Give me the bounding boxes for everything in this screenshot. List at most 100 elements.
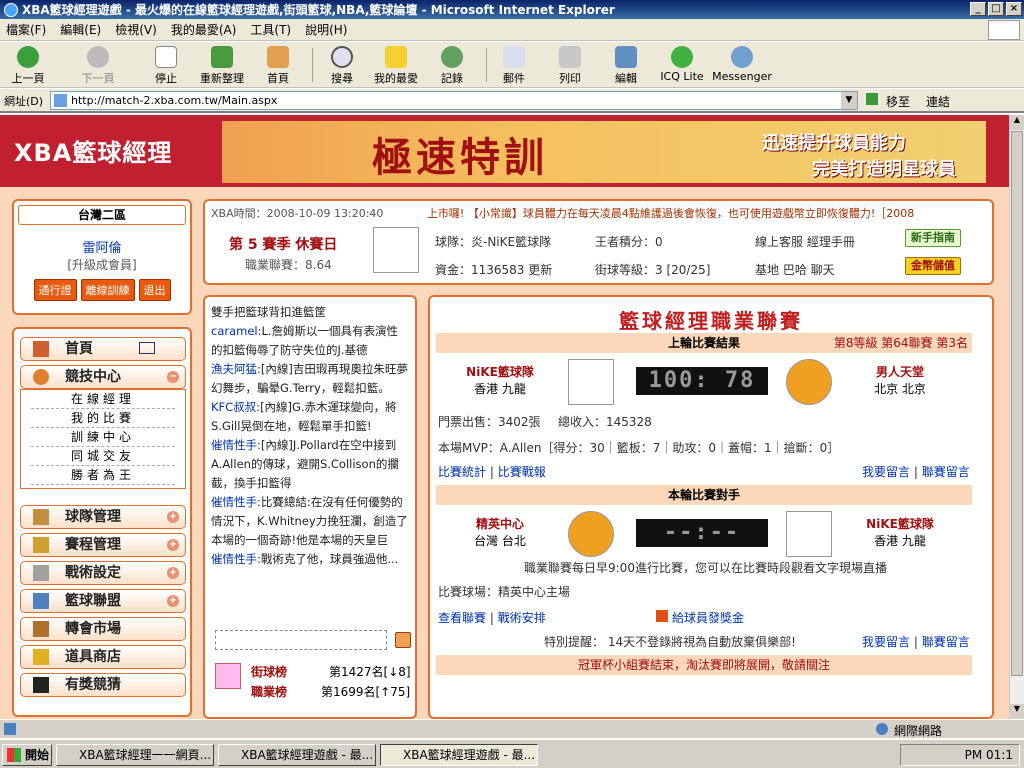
back-button[interactable]: 上一頁 [2, 44, 54, 86]
nav-my-games[interactable]: 我的比賽 [31, 409, 175, 428]
next-home-team[interactable]: 精英中心 台灣 台北 [460, 515, 540, 549]
chevron-down-icon[interactable]: ▼ [841, 92, 857, 109]
taskbar-item-1[interactable]: XBA籃球經理一一網頁... [56, 744, 214, 766]
start-button[interactable]: 開始 [2, 744, 52, 766]
close-button[interactable]: × [1006, 2, 1022, 16]
expand-icon[interactable]: + [167, 539, 179, 551]
next-away-team[interactable]: NiKE籃球隊 香港 九龍 [860, 515, 940, 549]
address-input[interactable]: http://match-2.xba.com.tw/Main.aspx ▼ [50, 91, 858, 110]
team-money[interactable]: 資金：1136583 更新 [435, 261, 552, 278]
links-button[interactable]: 連結 [926, 93, 950, 110]
server-region: 台灣二區 [18, 205, 186, 225]
send-icon[interactable] [395, 632, 411, 648]
menu-file[interactable]: 檔案(F) [6, 21, 46, 38]
vertical-scrollbar[interactable]: ▲ ▼ [1009, 115, 1024, 719]
league-points: 職業聯賽：8.64 [245, 258, 332, 272]
street-level: 街球等級：3 [20/25] [595, 263, 711, 277]
nav-schedule[interactable]: 賽程管理 + [20, 533, 186, 557]
passport-button[interactable]: 通行證 [33, 279, 77, 301]
chat-message: 催情性手:[內線]J.Pollard在空中接到A.Allen的傳球，避開S.Co… [211, 438, 399, 490]
go-arrow-icon[interactable] [866, 93, 878, 105]
minimize-button[interactable]: _ [970, 2, 986, 16]
nav-transfer-market[interactable]: 轉會市場 [20, 617, 186, 641]
nav-prize-guess[interactable]: 有獎競猜 [20, 673, 186, 697]
leave-message-link-2[interactable]: 我要留言 [862, 635, 910, 649]
offline-training-button[interactable]: 離線訓練 [80, 279, 135, 301]
print-button[interactable]: 列印 [544, 44, 596, 86]
logout-button[interactable]: 退出 [138, 279, 171, 301]
edit-button[interactable]: 編輯 [600, 44, 652, 86]
taskbar-item-2[interactable]: XBA籃球經理遊戲 - 最... [218, 744, 376, 766]
nav-training-center[interactable]: 訓練中心 [31, 428, 175, 447]
user-name[interactable]: 雷阿倫 [14, 237, 190, 256]
mail-icon[interactable] [139, 342, 155, 354]
nav-item-shop[interactable]: 道具商店 [20, 645, 186, 669]
mail-button[interactable]: 郵件 [488, 44, 540, 86]
menu-tools[interactable]: 工具(T) [250, 21, 291, 38]
leave-message-link[interactable]: 我要留言 [862, 465, 910, 479]
league-message-link-2[interactable]: 聯賽留言 [922, 635, 970, 649]
home-team[interactable]: NiKE籃球隊 香港 九龍 [460, 363, 540, 397]
menu-help[interactable]: 說明(H) [305, 21, 347, 38]
stop-button[interactable]: 停止 [140, 44, 192, 86]
nav-tactics[interactable]: 戰術設定 + [20, 561, 186, 585]
nav-online-manager[interactable]: 在線經理 [31, 390, 175, 409]
menu-edit[interactable]: 編輯(E) [60, 21, 101, 38]
favorites-button[interactable]: 我的最愛 [370, 44, 422, 86]
icq-button[interactable]: ICQ Lite [656, 44, 708, 83]
chat-input[interactable] [215, 630, 387, 650]
ie-icon [4, 2, 18, 17]
security-zone: 網際網路 [894, 724, 943, 738]
scroll-down-icon[interactable]: ▼ [1010, 704, 1024, 719]
league-message-link[interactable]: 聯賽留言 [922, 465, 970, 479]
search-button[interactable]: 搜尋 [316, 44, 368, 86]
team-emblem-icon [373, 227, 419, 273]
report-link[interactable]: 比賽戰報 [498, 465, 546, 479]
taskbar: 開始 XBA籃球經理一一網頁... XBA籃球經理遊戲 - 最... XBA籃球… [0, 738, 1024, 768]
menu-favorites[interactable]: 我的最愛(A) [171, 21, 237, 38]
nav-alliance[interactable]: 籃球聯盟 + [20, 589, 186, 613]
expand-icon[interactable]: + [167, 567, 179, 579]
go-button[interactable]: 移至 [886, 93, 910, 110]
promo-banner[interactable]: 極速特訓 迅速提升球員能力 完美打造明星球員 [222, 121, 986, 183]
maximize-button[interactable]: □ [988, 2, 1004, 16]
nav-local-friends[interactable]: 同城交友 [31, 447, 175, 466]
user-level-link[interactable]: [升級成會員] [14, 256, 190, 273]
window-title: XBA籃球經理遊戲 - 最火爆的在線籃球經理遊戲,街頭籃球,NBA,籃球論壇 -… [22, 3, 615, 17]
forward-button[interactable]: 下一頁 [72, 44, 124, 86]
history-button[interactable]: 記錄 [426, 44, 478, 86]
menu-view[interactable]: 檢視(V) [115, 21, 157, 38]
refresh-button[interactable]: 重新整理 [196, 44, 248, 86]
support-links[interactable]: 線上客服 經理手冊 [755, 233, 855, 250]
nav-home[interactable]: 首頁 [20, 337, 186, 361]
globe-icon [876, 723, 888, 735]
site-logo[interactable]: XBA籃球經理 [14, 133, 172, 168]
away-team[interactable]: 男人天堂 北京 北京 [860, 363, 940, 397]
tactics-link[interactable]: 戰術安排 [498, 611, 546, 625]
community-links[interactable]: 基地 巴哈 聊天 [755, 261, 835, 278]
collapse-icon[interactable]: − [167, 371, 179, 383]
banner-title: 極速特訓 [372, 134, 548, 181]
nav-arena[interactable]: 競技中心 − [20, 365, 186, 389]
messenger-button[interactable]: Messenger [712, 44, 772, 83]
nav-winner-king[interactable]: 勝者為王 [31, 466, 175, 485]
last-result-header: 上輪比賽結果 第8等級 第64聯賽 第3名 [436, 333, 972, 353]
site-header: XBA籃球經理 極速特訓 迅速提升球員能力 完美打造明星球員 [0, 115, 1009, 187]
rank-chart-icon [215, 663, 241, 689]
newbie-guide-button[interactable]: 新手指南 [905, 229, 961, 247]
bonus-link[interactable]: 給球員發獎金 [656, 609, 744, 626]
scroll-thumb[interactable] [1011, 131, 1023, 676]
stats-link[interactable]: 比賽統計 [438, 465, 486, 479]
chat-message: 催情性手:比賽總結:在沒有任何優勢的情況下，K.Whitney力挽狂瀾，創造了本… [211, 495, 408, 547]
expand-icon[interactable]: + [167, 595, 179, 607]
side-nav: 首頁 競技中心 − 在線經理 我的比賽 訓練中心 同城交友 勝者為王 球隊管理 + … [12, 327, 192, 717]
expand-icon[interactable]: + [167, 511, 179, 523]
taskbar-item-3[interactable]: XBA籃球經理遊戲 - 最... [380, 744, 538, 766]
chat-message: KFC叔叔:[內線]G.赤木運球變向，將S.Gill晃倒在地，輕鬆單手扣籃! [211, 400, 397, 433]
nav-team-management[interactable]: 球隊管理 + [20, 505, 186, 529]
gold-topup-button[interactable]: 金幣儲值 [905, 257, 961, 275]
view-league-link[interactable]: 查看聯賽 [438, 611, 486, 625]
edit-icon [615, 46, 637, 68]
scroll-up-icon[interactable]: ▲ [1010, 115, 1024, 130]
home-button[interactable]: 首頁 [252, 44, 304, 86]
